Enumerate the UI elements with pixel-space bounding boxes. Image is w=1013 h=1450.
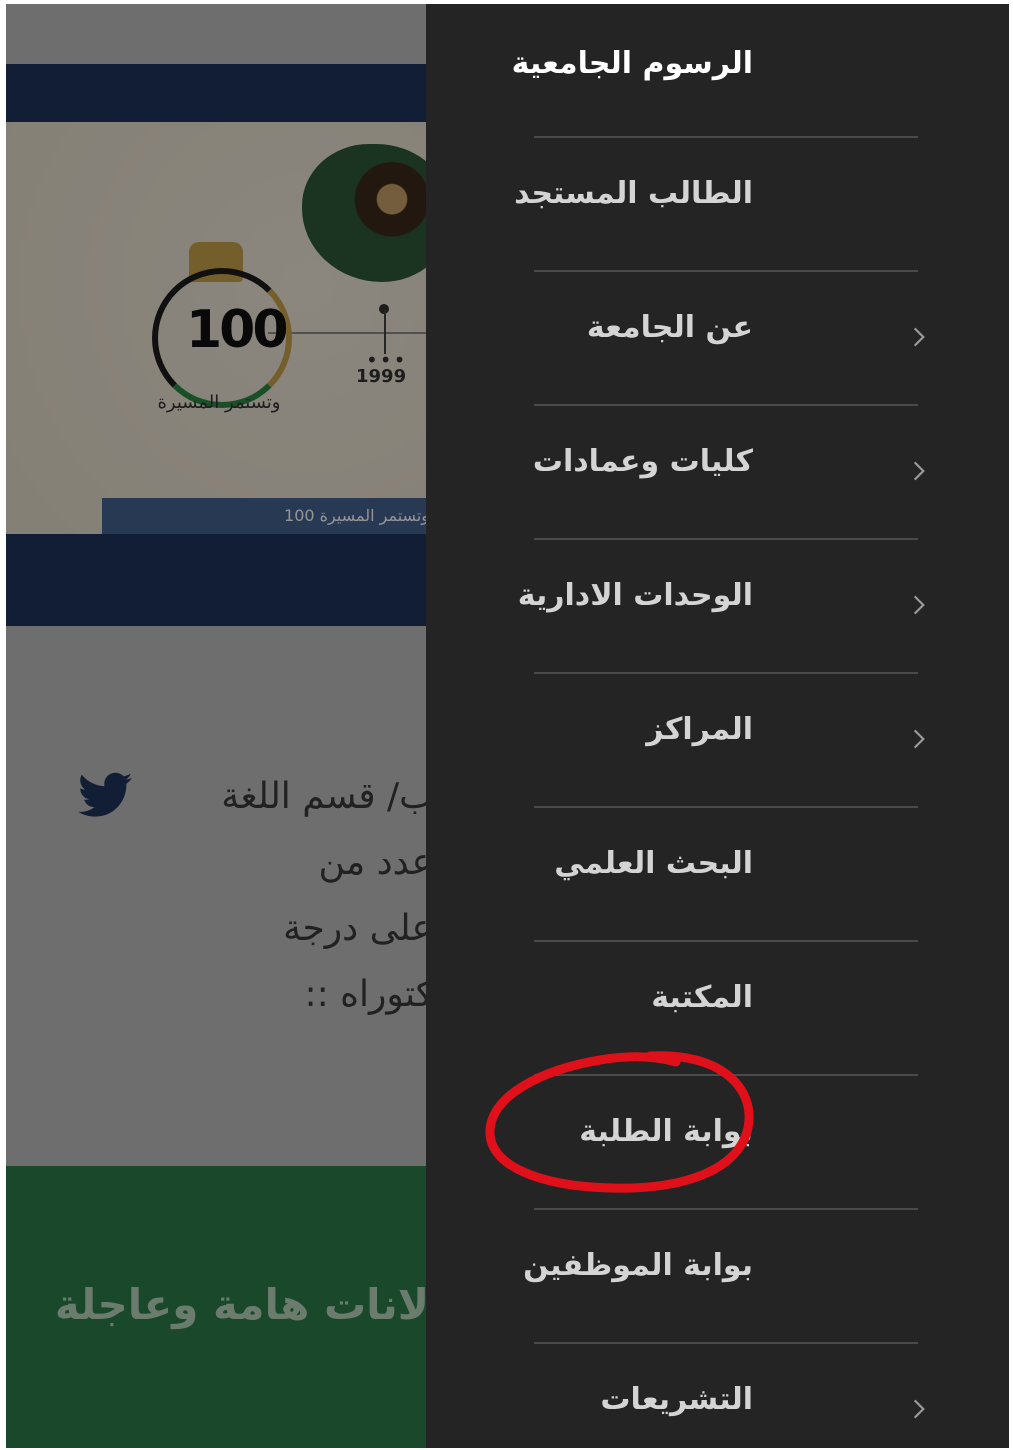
menu-item-new-student[interactable]: الطالب المستجد bbox=[514, 138, 918, 272]
menu-item-label: المراكز bbox=[646, 712, 753, 747]
chevron-right-icon bbox=[913, 327, 925, 347]
menu-item-faculties-deanships[interactable]: كليات وعمادات bbox=[532, 406, 925, 540]
menu-item-label: الطالب المستجد bbox=[514, 176, 753, 211]
chevron-right-icon bbox=[913, 1399, 925, 1419]
menu-item-label: عن الجامعة bbox=[586, 310, 753, 345]
menu-item-label: الوحدات الادارية bbox=[517, 578, 753, 613]
chevron-right-icon bbox=[913, 461, 925, 481]
menu-item-administrative-units[interactable]: الوحدات الادارية bbox=[518, 540, 925, 674]
menu-item-about-university[interactable]: عن الجامعة bbox=[534, 272, 925, 406]
menu-item-tuition-fees[interactable]: الرسوم الجامعية bbox=[512, 4, 918, 138]
chevron-right-icon bbox=[913, 729, 925, 749]
menu-item-legislation[interactable]: التشريعات bbox=[534, 1344, 925, 1448]
drawer-menu: الرسوم الجامعية الطالب المستجد عن الجامع… bbox=[512, 4, 925, 1448]
menu-item-label: البحث العلمي bbox=[554, 846, 753, 881]
menu-item-label: الرسوم الجامعية bbox=[511, 46, 753, 81]
menu-item-scientific-research[interactable]: البحث العلمي bbox=[534, 808, 918, 942]
menu-item-label: بوابة الموظفين bbox=[523, 1248, 753, 1283]
menu-item-centers[interactable]: المراكز bbox=[534, 674, 925, 808]
menu-item-label: كليات وعمادات bbox=[532, 444, 753, 479]
menu-item-staff-portal[interactable]: بوابة الموظفين bbox=[523, 1210, 918, 1344]
highlight-circle bbox=[485, 1051, 754, 1193]
navigation-drawer: الرسوم الجامعية الطالب المستجد عن الجامع… bbox=[426, 4, 1009, 1448]
menu-item-label: التشريعات bbox=[600, 1382, 753, 1417]
chevron-right-icon bbox=[913, 595, 925, 615]
page: ••• 1999 100 وتستمر المسيرة وتستمر المسي… bbox=[6, 4, 1009, 1448]
menu-item-label: المكتبة bbox=[651, 980, 753, 1015]
